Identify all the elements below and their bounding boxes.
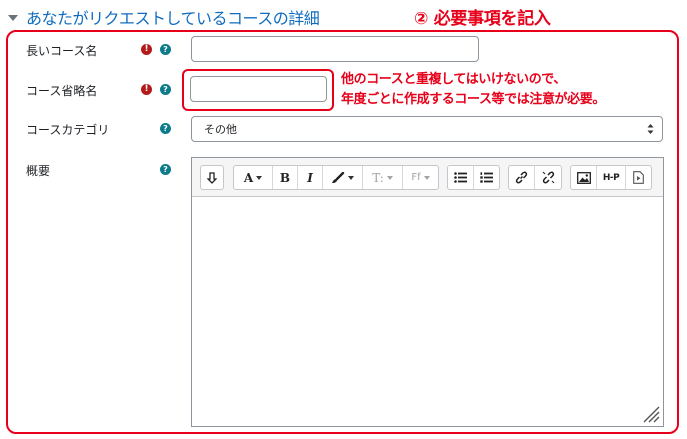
chevron-down-icon <box>423 175 430 180</box>
collapse-button[interactable] <box>201 166 223 189</box>
unlink-icon <box>542 171 554 184</box>
font-color-icon: A <box>243 170 254 185</box>
annotation-step-title: ② 必要事項を記入 <box>414 9 551 29</box>
bold-icon: B <box>279 170 291 185</box>
collapse-caret-icon[interactable] <box>8 15 18 21</box>
ordered-list-icon <box>480 172 493 183</box>
chevron-down-icon <box>386 175 393 180</box>
image-button[interactable] <box>571 166 597 189</box>
unordered-list-icon <box>454 172 467 183</box>
category-label: コースカテゴリ <box>26 123 110 137</box>
link-icon <box>515 171 528 184</box>
help-icon[interactable]: ? <box>160 164 171 175</box>
required-icon[interactable]: ! <box>141 44 152 55</box>
annotation-note: 他のコースと重複してはいけないので、 年度ごとに作成するコース等では注意が必要。 <box>341 70 605 110</box>
section-header[interactable]: あなたがリクエストしているコースの詳細 <box>8 5 320 29</box>
category-selected-value: その他 <box>204 123 237 136</box>
toolbar-group: H-P <box>570 165 652 190</box>
text-style-button[interactable]: T: <box>363 166 403 189</box>
link-button[interactable] <box>509 166 535 189</box>
shortname-label: コース省略名 <box>26 84 98 98</box>
h5p-icon: H-P <box>602 172 620 183</box>
fullname-label: 長いコース名 <box>26 44 98 58</box>
text-style-icon: T: <box>372 170 384 185</box>
highlight-icon <box>332 171 345 183</box>
toolbar-group <box>508 165 562 190</box>
highlight-button[interactable] <box>323 166 363 189</box>
chevron-down-icon <box>348 175 354 180</box>
bold-button[interactable]: B <box>273 166 298 189</box>
italic-icon: I <box>307 170 313 185</box>
help-icon[interactable]: ? <box>160 84 171 95</box>
unordered-list-button[interactable] <box>448 166 474 189</box>
fullname-input[interactable] <box>191 36 479 62</box>
select-arrows-icon <box>647 124 654 134</box>
font-family-button[interactable]: Ff <box>403 166 438 189</box>
annotation-note-line: 年度ごとに作成するコース等では注意が必要。 <box>341 92 605 107</box>
italic-button[interactable]: I <box>298 166 323 189</box>
font-color-button[interactable]: A <box>234 166 273 189</box>
collapse-icon <box>207 171 217 184</box>
h5p-button[interactable]: H-P <box>597 166 626 189</box>
help-icon[interactable]: ? <box>160 123 171 134</box>
toolbar-group: A B I T: Ff <box>233 165 439 190</box>
resize-handle-icon[interactable] <box>642 405 660 423</box>
unlink-button[interactable] <box>535 166 561 189</box>
chevron-down-icon <box>256 175 263 180</box>
annotation-highlight-box <box>182 69 334 111</box>
help-icon[interactable]: ? <box>160 44 171 55</box>
font-family-icon: Ff <box>411 172 421 183</box>
summary-editor[interactable]: A B I T: Ff H-P <box>191 157 664 427</box>
media-button[interactable] <box>626 166 651 189</box>
ordered-list-button[interactable] <box>474 166 499 189</box>
required-icon[interactable]: ! <box>141 84 152 95</box>
editor-content-area[interactable] <box>192 198 663 426</box>
category-select[interactable]: その他 <box>191 116 663 142</box>
summary-label: 概要 <box>26 164 51 178</box>
toolbar-group <box>200 165 224 190</box>
section-title[interactable]: あなたがリクエストしているコースの詳細 <box>26 5 320 29</box>
media-icon <box>633 171 644 184</box>
annotation-note-line: 他のコースと重複してはいけないので、 <box>341 72 566 87</box>
toolbar-group <box>447 165 500 190</box>
image-icon <box>576 171 591 184</box>
editor-toolbar: A B I T: Ff H-P <box>192 158 663 197</box>
